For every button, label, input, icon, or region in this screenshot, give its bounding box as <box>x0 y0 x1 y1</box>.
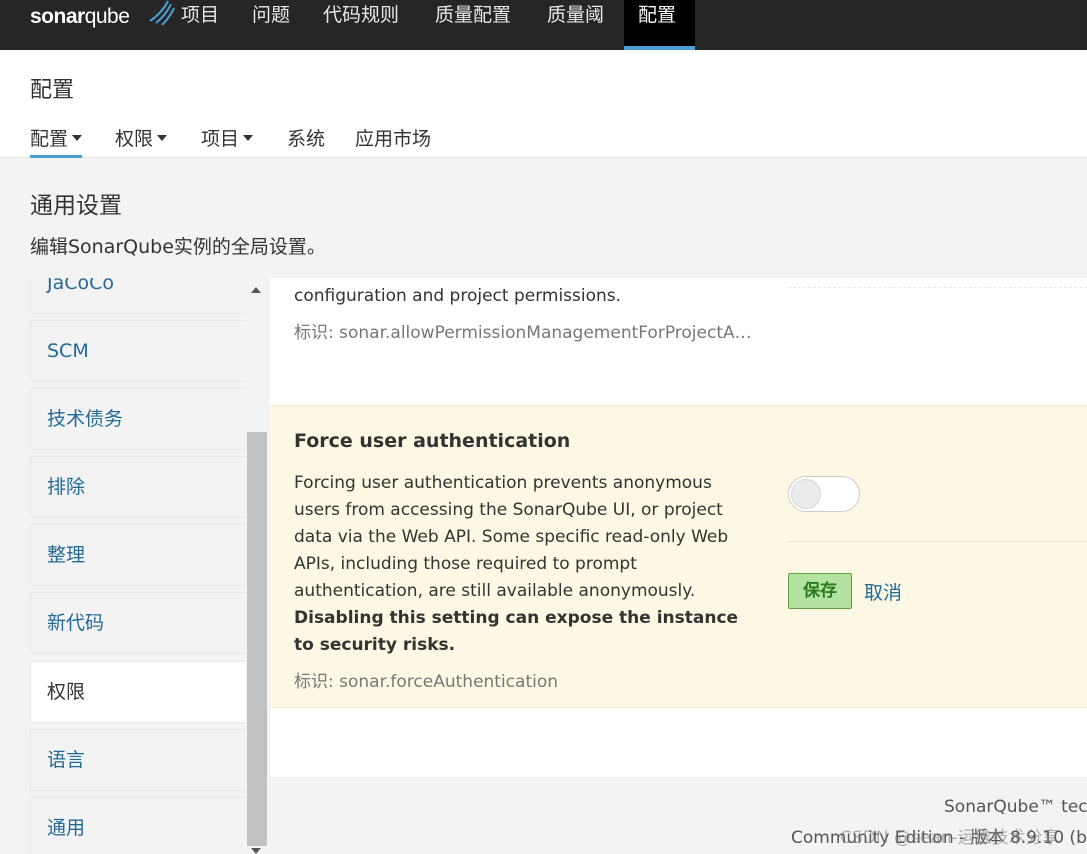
subnav-projects[interactable]: 项目 <box>201 124 254 158</box>
sonarqube-logo[interactable]: sonarqube <box>30 0 175 32</box>
scroll-up-arrow-icon[interactable] <box>251 287 261 293</box>
category-list: JaCoCo SCM 技术债务 排除 整理 新代码 权限 语言 通用 <box>30 278 246 854</box>
nav-issues[interactable]: 问题 <box>238 0 304 50</box>
category-scrollbar[interactable] <box>246 278 268 854</box>
caret-down-icon <box>243 134 254 141</box>
top-navbar: sonarqube 项目 问题 代码规则 质量配置 质量阈 配置 <box>0 0 1087 50</box>
category-item-jacoco[interactable]: JaCoCo <box>30 278 246 314</box>
previous-setting-description: configuration and project permissions. <box>294 286 622 306</box>
category-item-new-code[interactable]: 新代码 <box>30 592 246 654</box>
setting-description: Forcing user authentication prevents ano… <box>294 473 729 601</box>
settings-panel: configuration and project permissions. 标… <box>270 278 1087 777</box>
nav-projects[interactable]: 项目 <box>167 0 233 50</box>
footer-product: SonarQube™ tech <box>944 797 1087 817</box>
save-button[interactable]: 保存 <box>788 573 852 609</box>
setting-key: 标识: sonar.forceAuthentication <box>294 672 559 692</box>
section-title: 通用设置 <box>30 193 122 219</box>
subnav-system[interactable]: 系统 <box>287 124 325 158</box>
nav-rules[interactable]: 代码规则 <box>309 0 413 50</box>
nav-quality-profiles[interactable]: 质量配置 <box>421 0 525 50</box>
setting-title: Force user authentication <box>294 430 571 452</box>
subnav-security[interactable]: 权限 <box>115 124 168 158</box>
caret-down-icon <box>157 134 168 141</box>
subnav-projects-label: 项目 <box>201 128 240 150</box>
page-title: 配置 <box>30 78 75 103</box>
category-item-exclusions[interactable]: 排除 <box>30 456 246 518</box>
scroll-down-arrow-icon[interactable] <box>251 848 261 854</box>
category-item-general[interactable]: 通用 <box>30 797 246 854</box>
previous-setting-key: 标识: sonar.allowPermissionManagementForPr… <box>294 323 752 343</box>
caret-down-icon <box>72 134 83 141</box>
subnav-configuration-label: 配置 <box>30 128 69 150</box>
divider <box>788 541 1087 542</box>
divider <box>788 287 1087 288</box>
nav-administration[interactable]: 配置 <box>624 0 695 50</box>
logo-text: sonarqube <box>30 5 130 28</box>
csdn-watermark: CSDN @sean-运维技术分享 <box>840 828 1060 848</box>
category-item-languages[interactable]: 语言 <box>30 729 246 791</box>
setting-warning: Disabling this setting can expose the in… <box>294 608 739 655</box>
section-description: 编辑SonarQube实例的全局设置。 <box>30 236 326 258</box>
nav-quality-gates[interactable]: 质量阈 <box>533 0 618 50</box>
force-auth-toggle[interactable] <box>788 476 860 512</box>
category-item-technical-debt[interactable]: 技术债务 <box>30 388 246 450</box>
force-auth-setting: Force user authentication Forcing user a… <box>270 405 1087 708</box>
category-item-housekeeping[interactable]: 整理 <box>30 524 246 586</box>
cancel-link[interactable]: 取消 <box>864 578 902 605</box>
toggle-knob <box>791 479 821 509</box>
page-header: 配置 配置 权限 项目 系统 应用市场 <box>0 50 1087 158</box>
scroll-thumb[interactable] <box>247 432 267 846</box>
category-item-scm[interactable]: SCM <box>30 320 246 382</box>
subnav-security-label: 权限 <box>115 128 154 150</box>
subnav-configuration[interactable]: 配置 <box>30 124 83 158</box>
subnav-marketplace[interactable]: 应用市场 <box>355 124 431 158</box>
category-item-security[interactable]: 权限 <box>30 661 246 723</box>
